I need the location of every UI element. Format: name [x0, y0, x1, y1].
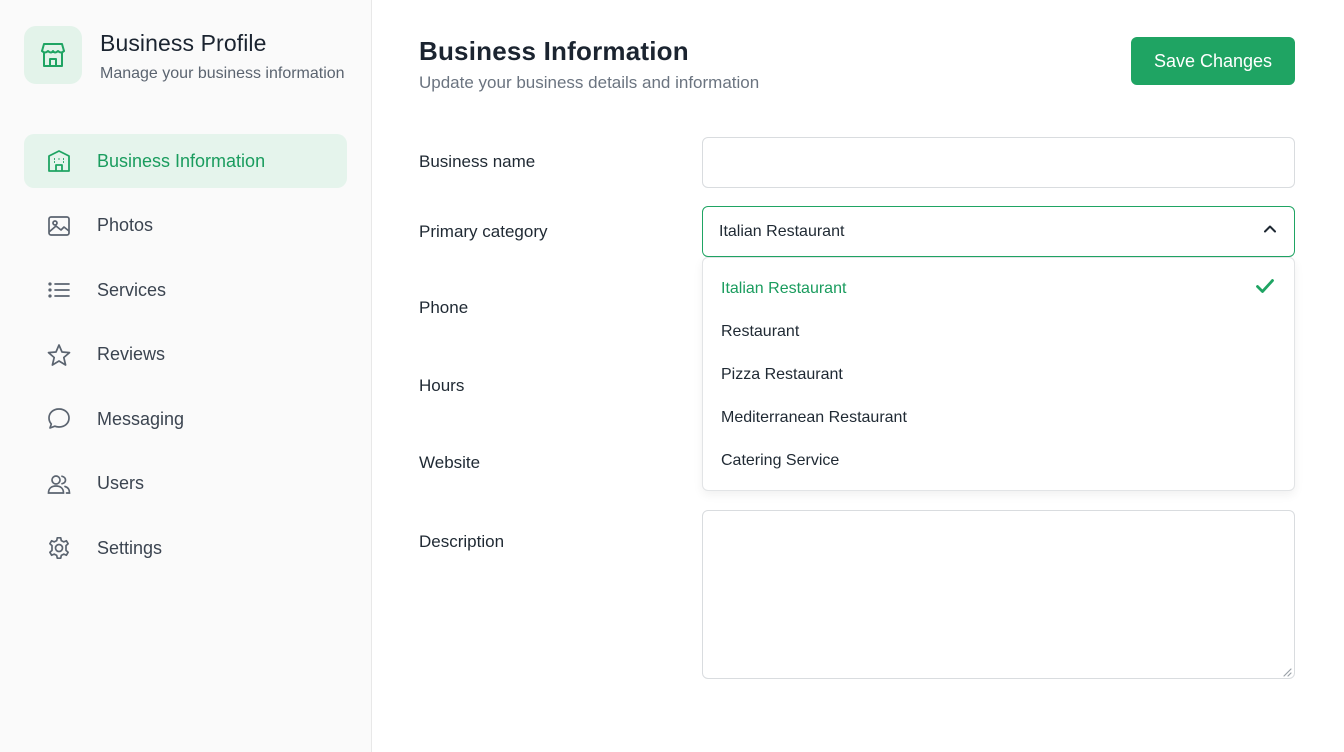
business-name-label: Business name	[419, 152, 536, 171]
chat-bubble-icon	[46, 406, 72, 432]
phone-label: Phone	[419, 298, 469, 317]
sidebar-item-messaging[interactable]: Messaging	[24, 392, 347, 446]
hours-label: Hours	[419, 376, 465, 395]
sidebar-nav: Business Information Photos Services Rev…	[24, 134, 347, 586]
option-label: Italian Restaurant	[721, 279, 847, 297]
option-label: Mediterranean Restaurant	[721, 408, 907, 426]
option-label: Catering Service	[721, 451, 840, 469]
sidebar-item-users[interactable]: Users	[24, 457, 347, 511]
option-label: Restaurant	[721, 322, 800, 340]
option-label: Pizza Restaurant	[721, 365, 843, 383]
users-icon	[46, 471, 72, 497]
sidebar-item-label: Settings	[97, 537, 163, 558]
sidebar-item-label: Messaging	[97, 408, 185, 429]
gear-icon	[46, 535, 72, 561]
sidebar-item-label: Reviews	[97, 344, 166, 364]
primary-category-select[interactable]: Italian Restaurant	[702, 206, 1295, 257]
app-root: Business Profile Manage your business in…	[0, 0, 1344, 752]
primary-category-value: Italian Restaurant	[719, 222, 845, 240]
category-option-italian-restaurant[interactable]: Italian Restaurant	[703, 267, 1294, 310]
page-title: Business Information	[419, 36, 689, 66]
checkmark-icon	[1254, 275, 1276, 302]
website-label: Website	[419, 453, 481, 472]
primary-category-label: Primary category	[419, 222, 548, 241]
sidebar-item-label: Services	[97, 279, 167, 300]
sidebar-item-business-information[interactable]: Business Information	[24, 134, 347, 188]
sidebar-item-photos[interactable]: Photos	[24, 199, 347, 253]
category-option-pizza-restaurant[interactable]: Pizza Restaurant	[703, 353, 1294, 396]
brand-header: Business Profile Manage your business in…	[24, 26, 345, 84]
sidebar-item-reviews[interactable]: Reviews	[24, 328, 347, 382]
list-icon	[46, 277, 72, 303]
main-content: Business Information Update your busines…	[372, 0, 1344, 752]
description-label: Description	[419, 532, 505, 551]
chevron-up-icon	[1262, 221, 1278, 242]
resize-handle-icon[interactable]	[1280, 664, 1292, 677]
sidebar-item-label: Users	[97, 473, 145, 493]
building-icon	[46, 148, 72, 174]
category-dropdown-menu: Italian Restaurant Restaurant Pizza Rest…	[702, 257, 1295, 491]
category-option-restaurant[interactable]: Restaurant	[703, 310, 1294, 353]
sidebar: Business Profile Manage your business in…	[0, 0, 372, 752]
sidebar-item-settings[interactable]: Settings	[24, 521, 347, 575]
sidebar-subtitle: Manage your business information	[100, 65, 345, 82]
sidebar-item-label: Photos	[97, 215, 154, 235]
sidebar-item-label: Business Information	[97, 150, 266, 171]
sidebar-title: Business Profile	[100, 30, 267, 56]
category-option-mediterranean-restaurant[interactable]: Mediterranean Restaurant	[703, 396, 1294, 439]
storefront-icon	[24, 26, 82, 84]
description-textarea[interactable]	[702, 510, 1295, 679]
page-subtitle: Update your business details and informa…	[419, 73, 760, 92]
sidebar-item-services[interactable]: Services	[24, 263, 347, 317]
image-icon	[46, 213, 72, 239]
star-icon	[46, 342, 72, 368]
business-name-input[interactable]	[702, 137, 1295, 188]
category-option-catering-service[interactable]: Catering Service	[703, 439, 1294, 482]
save-button[interactable]: Save Changes	[1131, 37, 1295, 85]
